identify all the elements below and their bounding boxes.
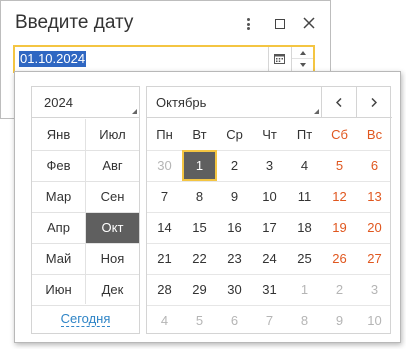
- close-button[interactable]: [301, 13, 319, 35]
- month-11[interactable]: Ноя: [86, 243, 139, 274]
- today-link-label[interactable]: Сегодня: [60, 311, 111, 327]
- more-vertical-icon: [247, 18, 250, 30]
- day-cell[interactable]: 22: [182, 243, 217, 274]
- today-link[interactable]: Сегодня: [32, 311, 139, 327]
- month-5[interactable]: Май: [32, 243, 85, 274]
- month-row-divider: [32, 274, 139, 275]
- day-cell-other-month[interactable]: 7: [252, 305, 287, 336]
- month-3[interactable]: Мар: [32, 181, 85, 212]
- day-cell-other-month[interactable]: 5: [182, 305, 217, 336]
- more-button[interactable]: [239, 13, 257, 35]
- day-cell[interactable]: 20: [357, 212, 392, 243]
- date-input[interactable]: 01.10.2024: [13, 45, 315, 73]
- day-cell[interactable]: 10: [252, 181, 287, 212]
- month-7[interactable]: Июл: [86, 119, 139, 150]
- next-month-button[interactable]: [357, 87, 392, 118]
- day-cell[interactable]: 12: [322, 181, 357, 212]
- chevron-down-icon: [300, 63, 306, 67]
- calendar-popup: 2024 Сегодня Янв Фев Мар Апр Май Июн Июл Авг Сен…: [14, 71, 401, 343]
- day-cell[interactable]: 30: [217, 274, 252, 305]
- day-cell[interactable]: 18: [287, 212, 322, 243]
- spin-down-button[interactable]: [292, 59, 313, 71]
- day-cell[interactable]: 7: [147, 181, 182, 212]
- chevron-up-icon: [300, 51, 306, 55]
- day-cell[interactable]: 24: [252, 243, 287, 274]
- day-cell-other-month[interactable]: 3: [357, 274, 392, 305]
- day-cell[interactable]: 3: [252, 150, 287, 181]
- month-10[interactable]: Окт: [86, 212, 139, 243]
- day-cell[interactable]: 15: [182, 212, 217, 243]
- day-grid-panel: Октябрь Пн Вт Ср Чт Пт Сб Вс 30 1 2 3 4 5 6 7 8 9 10 11 12 1…: [146, 86, 392, 336]
- month-row-divider: [32, 181, 139, 182]
- month-9[interactable]: Сен: [86, 181, 139, 212]
- date-input-value[interactable]: 01.10.2024: [19, 51, 87, 67]
- month-row-divider: [32, 150, 139, 151]
- day-cell-other-month[interactable]: 30: [147, 150, 182, 181]
- day-cell[interactable]: 29: [182, 274, 217, 305]
- day-cell[interactable]: 4: [287, 150, 322, 181]
- weekday-header: Чт: [262, 127, 277, 142]
- day-cell[interactable]: 17: [252, 212, 287, 243]
- day-cell-other-month[interactable]: 6: [217, 305, 252, 336]
- day-cell-other-month[interactable]: 2: [322, 274, 357, 305]
- day-cell[interactable]: 8: [182, 181, 217, 212]
- day-cell[interactable]: 5: [322, 150, 357, 181]
- day-cell-other-month[interactable]: 4: [147, 305, 182, 336]
- month-selector[interactable]: Октябрь: [147, 87, 322, 118]
- month-6[interactable]: Июн: [32, 274, 85, 305]
- day-cell-other-month[interactable]: 1: [287, 274, 322, 305]
- month-value: Октябрь: [156, 95, 207, 110]
- day-cell-selected[interactable]: 1: [182, 150, 217, 181]
- day-cell[interactable]: 14: [147, 212, 182, 243]
- day-cell[interactable]: 31: [252, 274, 287, 305]
- month-row-divider: [32, 305, 139, 306]
- weekday-header: Вт: [192, 127, 207, 142]
- dropdown-corner-icon: [132, 109, 137, 114]
- day-cell-other-month[interactable]: 10: [357, 305, 392, 336]
- day-cell[interactable]: 19: [322, 212, 357, 243]
- weekday-header: Вс: [366, 127, 383, 142]
- month-row-divider: [32, 243, 139, 244]
- weekday-header: Пт: [296, 127, 313, 142]
- day-cell[interactable]: 21: [147, 243, 182, 274]
- spin-up-button[interactable]: [292, 47, 313, 59]
- day-cell[interactable]: 9: [217, 181, 252, 212]
- maximize-button[interactable]: [271, 13, 289, 35]
- year-month-panel: 2024 Сегодня Янв Фев Мар Апр Май Июн Июл Авг Сен…: [31, 86, 140, 334]
- calendar-button[interactable]: [268, 47, 290, 71]
- month-8[interactable]: Авг: [86, 150, 139, 181]
- close-icon: [303, 17, 315, 29]
- month-row-divider: [32, 212, 139, 213]
- chevron-left-icon: [336, 98, 342, 107]
- day-cell-other-month[interactable]: 9: [322, 305, 357, 336]
- year-selector[interactable]: 2024: [32, 87, 139, 118]
- day-cell[interactable]: 27: [357, 243, 392, 274]
- day-cell[interactable]: 16: [217, 212, 252, 243]
- weekday-header: Ср: [226, 127, 243, 142]
- day-cell[interactable]: 2: [217, 150, 252, 181]
- day-cell[interactable]: 25: [287, 243, 322, 274]
- dropdown-corner-icon: [314, 109, 319, 114]
- weekday-header: Сб: [331, 127, 348, 142]
- chevron-right-icon: [371, 98, 377, 107]
- day-cell[interactable]: 26: [322, 243, 357, 274]
- dialog-title: Введите дату: [15, 12, 134, 33]
- day-cell-other-month[interactable]: 8: [287, 305, 322, 336]
- weekday-header: Пн: [156, 127, 173, 142]
- day-cell[interactable]: 23: [217, 243, 252, 274]
- month-1[interactable]: Янв: [32, 119, 85, 150]
- day-cell[interactable]: 13: [357, 181, 392, 212]
- prev-month-button[interactable]: [322, 87, 357, 118]
- day-cell[interactable]: 28: [147, 274, 182, 305]
- month-4[interactable]: Апр: [32, 212, 85, 243]
- year-value: 2024: [44, 95, 73, 110]
- day-cell[interactable]: 11: [287, 181, 322, 212]
- month-12[interactable]: Дек: [86, 274, 139, 305]
- day-cell[interactable]: 6: [357, 150, 392, 181]
- calendar-icon: [274, 54, 285, 64]
- date-spinner: [291, 47, 313, 71]
- maximize-icon: [275, 19, 285, 29]
- month-2[interactable]: Фев: [32, 150, 85, 181]
